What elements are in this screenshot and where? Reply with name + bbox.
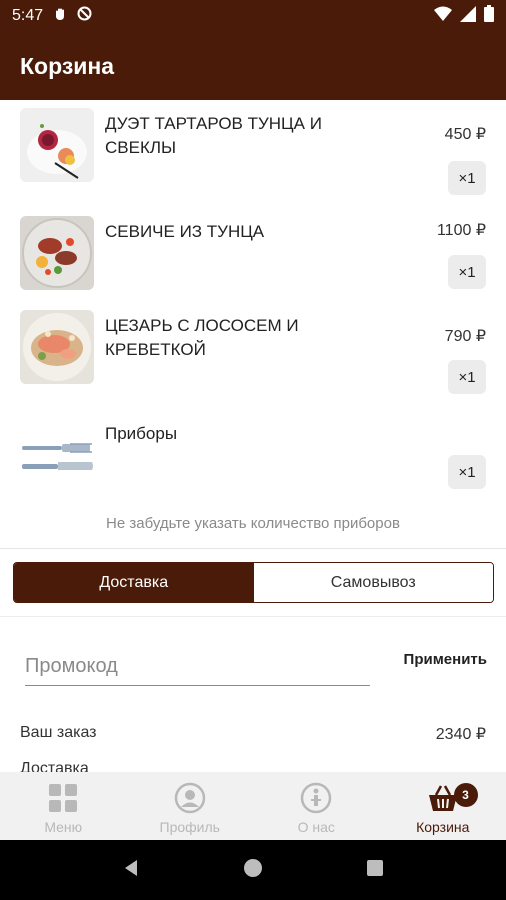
divider [0, 616, 506, 617]
apply-promo-button[interactable]: Применить [404, 651, 487, 668]
item-price: 450 ₽ [444, 126, 486, 143]
info-icon [300, 782, 332, 814]
home-icon[interactable] [243, 858, 263, 883]
profile-icon [174, 782, 206, 814]
status-bar: 5:47 [0, 0, 506, 32]
wifi-icon [434, 6, 452, 26]
item-name: ДУЭТ ТАРТАРОВ ТУНЦА И СВЕКЛЫ [105, 114, 322, 157]
delivery-tab[interactable]: Доставка [14, 563, 254, 602]
signal-icon [460, 5, 476, 27]
cart-item[interactable]: ЦЕЗАРЬ С ЛОСОСЕМ И КРЕВЕТКОЙ 790 ₽ ×1 [0, 302, 506, 397]
page-title: Корзина [20, 52, 115, 79]
bottom-nav: Меню Профиль О нас Корзина 3 [0, 772, 506, 840]
tuna-beet-tartare-photo [20, 108, 94, 182]
status-time: 5:47 [12, 7, 44, 24]
item-price: 790 ₽ [444, 328, 486, 345]
nav-item-menu[interactable]: Меню [0, 772, 127, 840]
item-price: 1100 ₽ [436, 222, 486, 239]
nav-label: Корзина [416, 819, 470, 835]
nav-label: Профиль [159, 819, 220, 835]
cart-content[interactable]: ДУЭТ ТАРТАРОВ ТУНЦА И СВЕКЛЫ 450 ₽ ×1 СЕ… [0, 100, 506, 772]
nav-label: Меню [44, 819, 83, 835]
system-nav-bar [0, 840, 506, 900]
delivery-toggle[interactable]: Доставка Самовывоз [13, 562, 494, 603]
cutlery-hint: Не забудьте указать количество приборов [106, 515, 400, 532]
cart-item[interactable]: ДУЭТ ТАРТАРОВ ТУНЦА И СВЕКЛЫ 450 ₽ ×1 [0, 100, 506, 195]
app-bar: Корзина [0, 32, 506, 100]
pickup-tab[interactable]: Самовывоз [253, 563, 493, 602]
quantity-button[interactable]: ×1 [448, 360, 486, 394]
cart-item[interactable]: Приборы ×1 [0, 410, 506, 505]
quantity-button[interactable]: ×1 [448, 161, 486, 195]
nav-label: О нас [297, 819, 335, 835]
cart-item[interactable]: СЕВИЧЕ ИЗ ТУНЦА 1100 ₽ ×1 [0, 208, 506, 303]
nav-item-profile[interactable]: Профиль [127, 772, 254, 840]
nav-item-cart[interactable]: Корзина 3 [380, 772, 506, 840]
divider [0, 548, 506, 549]
caesar-salmon-shrimp-photo [20, 310, 94, 384]
item-name: СЕВИЧЕ ИЗ ТУНЦА [105, 222, 265, 241]
order-total-row: Ваш заказ 2340 ₽ [20, 724, 486, 744]
nav-item-about[interactable]: О нас [253, 772, 380, 840]
quantity-button[interactable]: ×1 [448, 255, 486, 289]
order-value: 2340 ₽ [435, 726, 486, 743]
grid-icon [47, 782, 79, 814]
battery-icon [484, 5, 494, 27]
item-name: Приборы [105, 424, 178, 443]
quantity-button[interactable]: ×1 [448, 455, 486, 489]
cart-count-badge: 3 [453, 783, 478, 807]
cutlery-photo [20, 418, 94, 492]
recents-icon[interactable] [365, 858, 385, 883]
delivery-row: Доставка [20, 760, 486, 772]
item-name: ЦЕЗАРЬ С ЛОСОСЕМ И КРЕВЕТКОЙ [105, 316, 299, 359]
no-disturb-icon [77, 6, 92, 26]
order-label: Ваш заказ [20, 724, 97, 741]
hand-icon [53, 7, 67, 26]
back-icon[interactable] [121, 858, 141, 883]
tuna-ceviche-photo [20, 216, 94, 290]
promo-code-input[interactable] [25, 648, 370, 686]
delivery-label: Доставка [20, 760, 89, 772]
